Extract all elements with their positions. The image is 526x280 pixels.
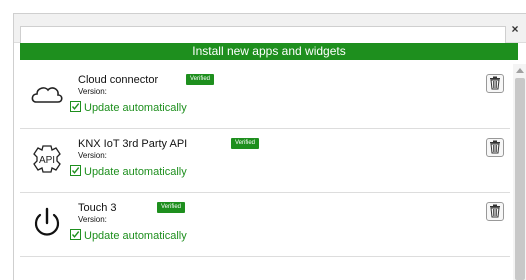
scroll-up-arrow-icon[interactable] <box>516 68 524 73</box>
app-name: Touch 3 <box>78 202 117 214</box>
scrollbar-thumb[interactable] <box>515 78 525 280</box>
checkbox-checked-icon <box>70 101 81 112</box>
delete-button[interactable] <box>486 138 504 157</box>
delete-button[interactable] <box>486 202 504 221</box>
power-icon <box>30 206 64 240</box>
app-list: Cloud connector Version: Verified Update… <box>20 64 510 280</box>
close-button[interactable]: × <box>507 21 523 37</box>
trash-icon <box>489 76 501 90</box>
update-label: Update automatically <box>84 166 187 178</box>
verified-badge: Verified <box>157 202 185 213</box>
update-automatically-checkbox[interactable]: Update automatically <box>70 101 187 114</box>
app-manager-dialog: × Install new apps and widgets Cloud con… <box>13 13 526 280</box>
app-version: Version: <box>78 151 107 160</box>
list-item: Cloud connector Version: Verified Update… <box>20 64 510 129</box>
update-label: Update automatically <box>84 230 187 242</box>
list-item: Touch 3 Version: Verified Update automat… <box>20 192 510 257</box>
checkbox-checked-icon <box>70 229 81 240</box>
trash-icon <box>489 204 501 218</box>
update-label: Update automatically <box>84 102 187 114</box>
cloud-icon <box>30 78 64 112</box>
search-input[interactable] <box>20 26 506 44</box>
checkbox-checked-icon <box>70 165 81 176</box>
app-name: KNX IoT 3rd Party API <box>78 138 187 150</box>
trash-icon <box>489 140 501 154</box>
list-item: API KNX IoT 3rd Party API Version: Verif… <box>20 128 510 193</box>
app-version: Version: <box>78 215 107 224</box>
app-version: Version: <box>78 87 107 96</box>
update-automatically-checkbox[interactable]: Update automatically <box>70 229 187 242</box>
delete-button[interactable] <box>486 74 504 93</box>
api-gear-icon: API <box>30 142 64 176</box>
api-icon-text: API <box>39 155 55 166</box>
verified-badge: Verified <box>186 74 214 85</box>
verified-badge: Verified <box>231 138 259 149</box>
update-automatically-checkbox[interactable]: Update automatically <box>70 165 187 178</box>
install-apps-button[interactable]: Install new apps and widgets <box>20 43 518 60</box>
app-name: Cloud connector <box>78 74 158 86</box>
vertical-scrollbar[interactable] <box>513 64 526 280</box>
